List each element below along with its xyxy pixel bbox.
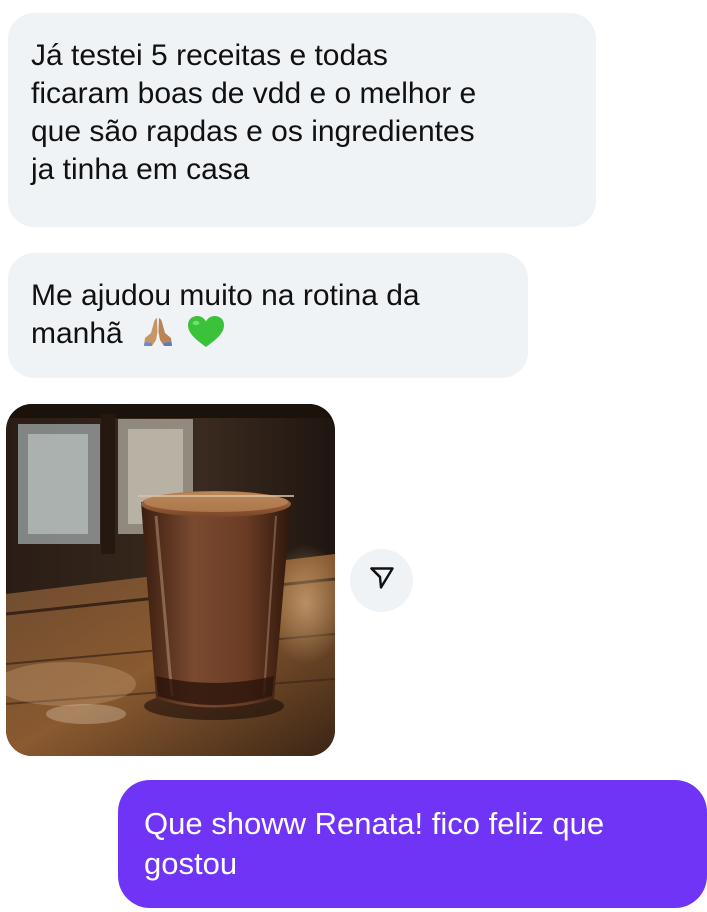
send-icon xyxy=(369,565,395,596)
message-line-with-emoji: manhã xyxy=(31,315,506,359)
received-photo[interactable] xyxy=(6,404,335,756)
message-line: manhã xyxy=(31,317,123,350)
message-line: gostou xyxy=(144,846,238,881)
sent-message-bubble[interactable]: Que showw Renata! fico feliz que gostou xyxy=(118,780,707,908)
share-button[interactable] xyxy=(350,549,413,612)
message-line: Já testei 5 receitas e todas xyxy=(31,39,388,72)
folded-hands-emoji xyxy=(141,315,175,359)
received-message-bubble[interactable]: Me ajudou muito na rotina da manhã xyxy=(8,253,528,378)
message-line: Que showw Renata! fico feliz que xyxy=(144,806,605,841)
message-line: ja tinha em casa xyxy=(31,153,250,186)
message-line: Me ajudou muito na rotina da xyxy=(31,279,420,312)
green-heart-emoji xyxy=(187,315,225,359)
message-line: que são rapdas e os ingredientes xyxy=(31,115,475,148)
message-line: ficaram boas de vdd e o melhor e xyxy=(31,77,477,110)
received-message-bubble[interactable]: Já testei 5 receitas e todas ficaram boa… xyxy=(8,13,596,227)
